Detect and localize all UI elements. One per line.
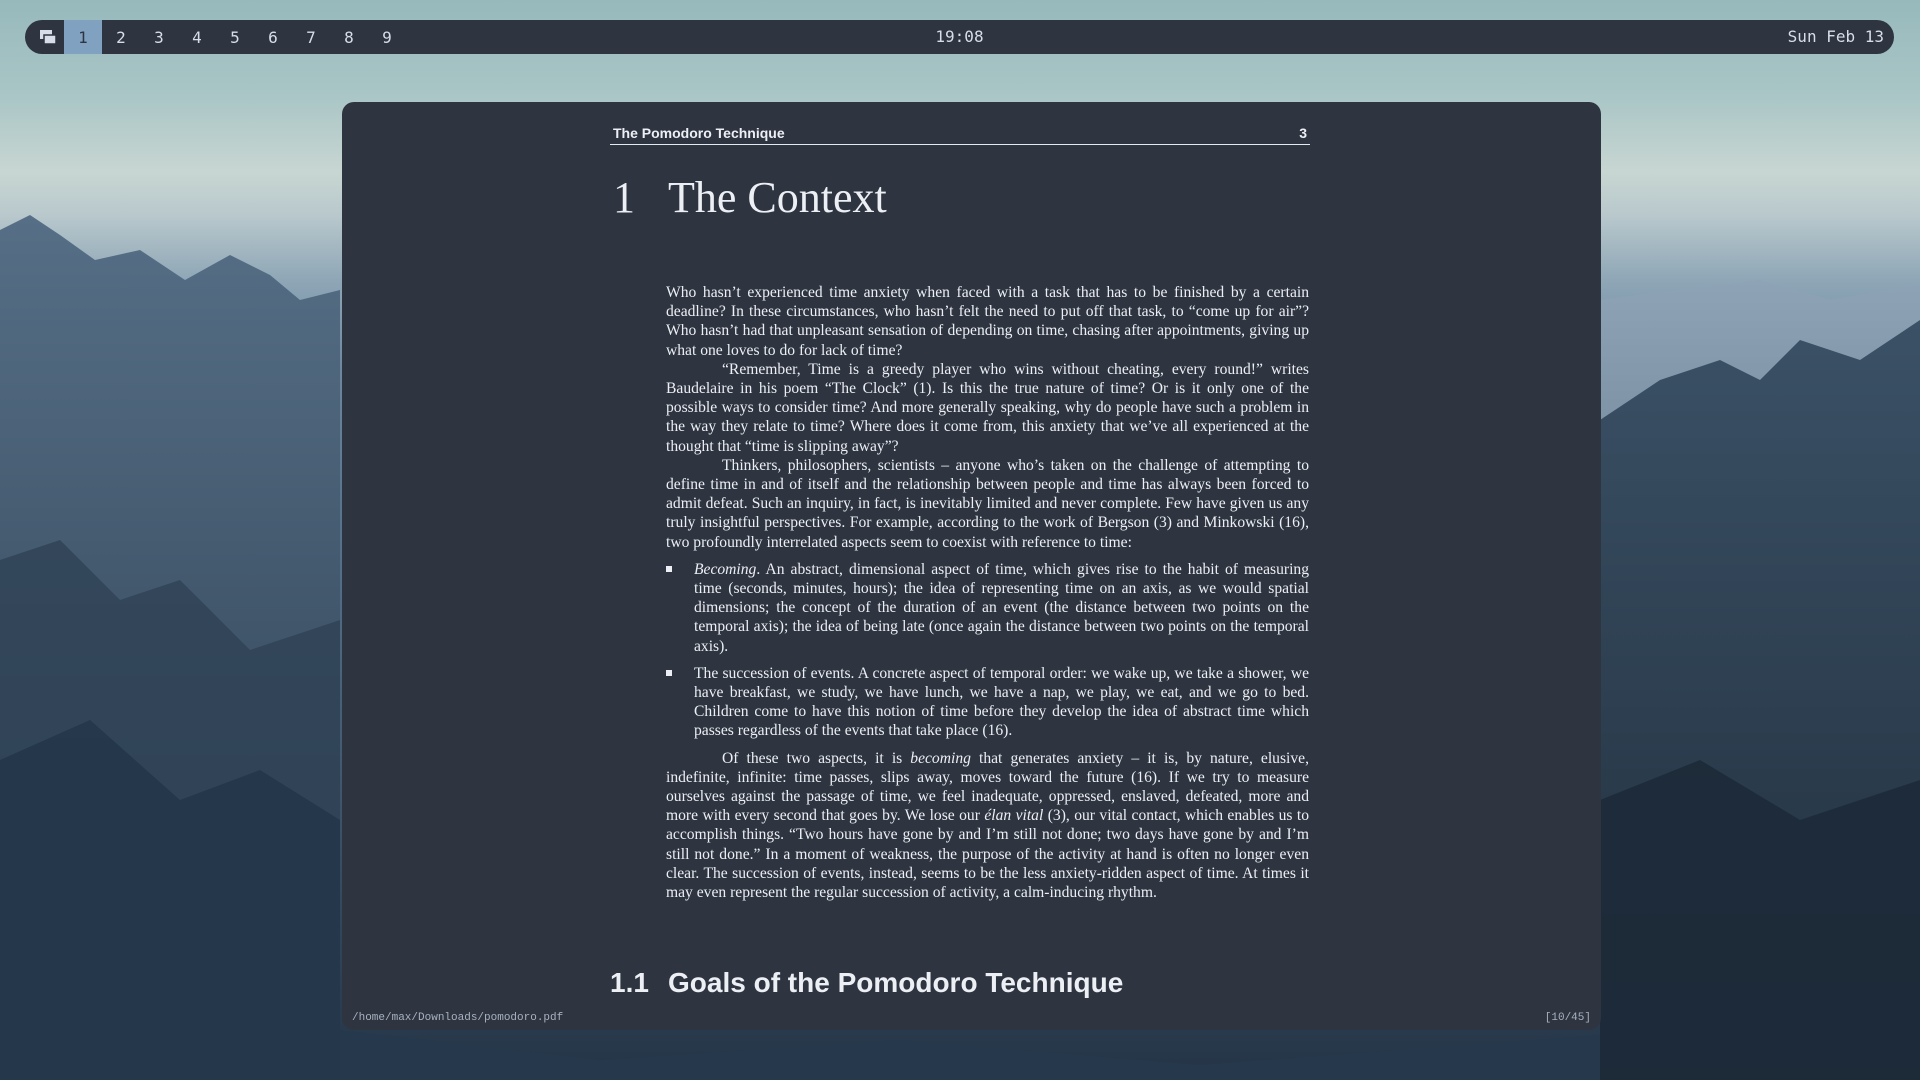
workspace-1[interactable]: 1: [64, 20, 102, 54]
window-stack-icon[interactable]: [32, 20, 64, 54]
paragraph: Thinkers, philosophers, scientists – any…: [666, 456, 1309, 551]
bullet-square-icon: [666, 669, 672, 676]
workspace-3[interactable]: 3: [140, 20, 178, 54]
body-text: Who hasn’t experienced time anxiety when…: [666, 283, 1309, 902]
section-title: Goals of the Pomodoro Technique: [668, 967, 1124, 998]
chapter-heading: 1 The Context: [610, 172, 1310, 228]
bullet-text: The succession of events. A concrete asp…: [694, 664, 1309, 740]
pdf-viewer-window[interactable]: The Pomodoro Technique 3 1 The Context W…: [342, 102, 1601, 1030]
list-item: Becoming. An abstract, dimensional aspec…: [666, 560, 1309, 656]
emphasis: élan vital: [984, 807, 1044, 825]
top-bar: 1 2 3 4 5 6 7 8 9 19:08 Sun Feb 13: [25, 20, 1894, 54]
pdf-page: The Pomodoro Technique 3 1 The Context W…: [610, 102, 1310, 1030]
chapter-title: The Context: [668, 173, 887, 222]
section-number: 1.1: [610, 967, 649, 998]
workspace-9[interactable]: 9: [368, 20, 406, 54]
paragraph: Of these two aspects, it is becoming tha…: [666, 749, 1309, 903]
emphasis: becoming: [910, 749, 971, 767]
bullet-square-icon: [666, 565, 672, 572]
date: Sun Feb 13: [1787, 27, 1884, 46]
paragraph: Who hasn’t experienced time anxiety when…: [666, 284, 1309, 359]
section-heading: 1.1 Goals of the Pomodoro Technique: [610, 967, 1310, 1003]
status-bar: /home/max/Downloads/pomodoro.pdf [10/45]: [342, 1010, 1601, 1026]
running-header-page-number: 3: [1299, 125, 1307, 141]
bullet-text: . An abstract, dimensional aspect of tim…: [694, 560, 1309, 655]
workspace-2[interactable]: 2: [102, 20, 140, 54]
paragraph-text: Of these two aspects, it is: [722, 749, 911, 767]
file-path: /home/max/Downloads/pomodoro.pdf: [352, 1012, 564, 1024]
bullet-term: Becoming: [694, 560, 757, 578]
paragraph: “Remember, Time is a greedy player who w…: [666, 360, 1309, 455]
workspace-8[interactable]: 8: [330, 20, 368, 54]
running-header: The Pomodoro Technique 3: [610, 124, 1310, 145]
list-item: The succession of events. A concrete asp…: [666, 664, 1309, 741]
workspace-4[interactable]: 4: [178, 20, 216, 54]
workspace-5[interactable]: 5: [216, 20, 254, 54]
chapter-number: 1: [613, 173, 635, 222]
running-header-title: The Pomodoro Technique: [613, 125, 785, 141]
page-indicator: [10/45]: [1544, 1012, 1591, 1024]
bullet-list: Becoming. An abstract, dimensional aspec…: [666, 560, 1309, 741]
workspace-7[interactable]: 7: [292, 20, 330, 54]
workspace-6[interactable]: 6: [254, 20, 292, 54]
